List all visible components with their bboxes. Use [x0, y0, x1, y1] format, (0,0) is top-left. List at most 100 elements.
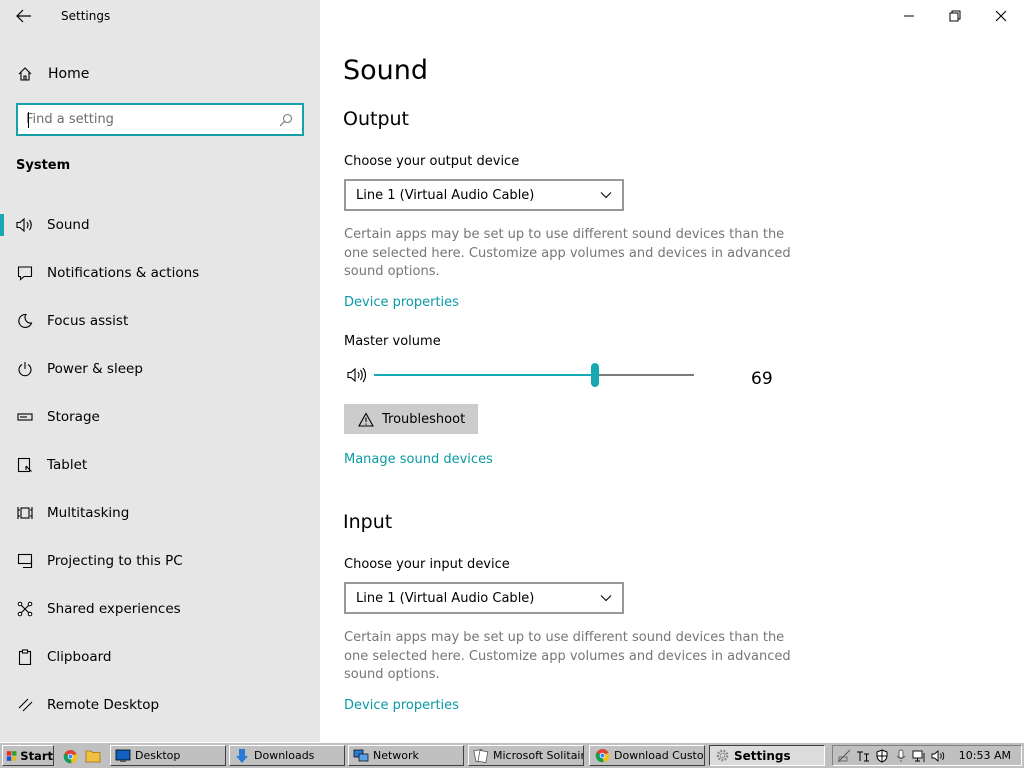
speaker-icon — [16, 216, 34, 234]
text-caret — [28, 112, 29, 128]
remote-icon — [16, 696, 34, 714]
title-bar: Settings — [0, 0, 320, 32]
output-device-dropdown[interactable]: Line 1 (Virtual Audio Cable) — [344, 179, 624, 211]
input-device-properties-link[interactable]: Device properties — [344, 698, 459, 713]
taskbar: Start Desktop Downloads Network Microsof… — [0, 742, 1024, 768]
sidebar-item-power-sleep[interactable]: Power & sleep — [0, 349, 320, 397]
back-button[interactable] — [10, 4, 38, 28]
taskbar-item-label: Desktop — [135, 749, 181, 762]
chevron-down-icon — [600, 595, 612, 602]
slider-thumb[interactable] — [591, 363, 599, 387]
speaker-icon — [347, 367, 367, 383]
input-description: Certain apps may be set up to use differ… — [344, 630, 791, 682]
main-content: Sound Output Choose your output device L… — [320, 0, 1024, 742]
folder-icon — [85, 750, 101, 763]
output-description: Certain apps may be set up to use differ… — [344, 227, 791, 279]
volume-value: 69 — [751, 369, 773, 389]
taskbar-item-network[interactable]: Network — [348, 745, 464, 766]
cards-icon — [473, 748, 489, 764]
search-input[interactable] — [18, 105, 276, 134]
network-icon — [353, 748, 369, 764]
sidebar-item-notifications[interactable]: Notifications & actions — [0, 253, 320, 301]
home-label: Home — [48, 66, 90, 82]
taskbar-item-label: Download Custo... — [614, 749, 705, 762]
taskbar-item-solitaire[interactable]: Microsoft Solitaire... — [468, 745, 584, 766]
sidebar-item-label: Sound — [47, 217, 90, 233]
sidebar-item-storage[interactable]: Storage — [0, 397, 320, 445]
manage-sound-devices-link[interactable]: Manage sound devices — [344, 452, 493, 467]
section-title: System — [16, 158, 71, 173]
troubleshoot-label: Troubleshoot — [382, 411, 466, 427]
taskbar-item-label: Network — [373, 749, 419, 762]
taskbar-item-label: Settings — [734, 748, 791, 763]
power-icon — [16, 360, 34, 378]
warning-icon — [358, 411, 374, 427]
troubleshoot-button[interactable]: Troubleshoot — [344, 404, 478, 434]
desktop-icon — [115, 748, 131, 764]
input-device-dropdown[interactable]: Line 1 (Virtual Audio Cable) — [344, 582, 624, 614]
sidebar-item-label: Focus assist — [47, 313, 129, 329]
output-device-properties-link[interactable]: Device properties — [344, 295, 459, 310]
volume-icon[interactable] — [930, 748, 947, 764]
message-icon — [16, 264, 34, 282]
shared-icon — [16, 600, 34, 618]
shield-icon[interactable] — [873, 748, 890, 764]
volume-mute-toggle[interactable] — [347, 366, 369, 384]
sidebar-nav: Sound Notifications & actions Focus assi… — [0, 205, 320, 733]
taskbar-clock[interactable]: 10:53 AM — [959, 749, 1011, 762]
tablet-icon — [16, 456, 34, 474]
sidebar-item-multitasking[interactable]: Multitasking — [0, 493, 320, 541]
master-volume-label: Master volume — [344, 334, 441, 349]
sidebar-item-remote-desktop[interactable]: Remote Desktop — [0, 685, 320, 733]
sidebar-item-label: Notifications & actions — [47, 265, 200, 281]
sidebar-item-sound[interactable]: Sound — [0, 205, 320, 253]
sidebar-item-label: Power & sleep — [47, 361, 143, 377]
chrome-icon — [594, 748, 610, 764]
taskbar-item-desktop[interactable]: Desktop — [110, 745, 226, 766]
quicklaunch-explorer[interactable] — [84, 747, 102, 765]
sidebar: Settings Home System Sound Notifications… — [0, 0, 320, 742]
sidebar-item-shared-experiences[interactable]: Shared experiences — [0, 589, 320, 637]
clipboard-icon — [16, 648, 34, 666]
sidebar-item-label: Multitasking — [47, 505, 130, 521]
quicklaunch-chrome[interactable] — [61, 747, 79, 765]
chevron-down-icon — [600, 192, 612, 199]
sidebar-item-projecting[interactable]: Projecting to this PC — [0, 541, 320, 589]
master-volume-slider[interactable] — [374, 363, 694, 387]
output-device-value: Line 1 (Virtual Audio Cable) — [356, 187, 535, 203]
moon-icon — [16, 312, 34, 330]
network-status-icon[interactable] — [835, 748, 852, 764]
multitasking-icon — [16, 504, 34, 522]
home-icon — [16, 65, 34, 83]
sidebar-item-tablet[interactable]: Tablet — [0, 445, 320, 493]
sidebar-item-clipboard[interactable]: Clipboard — [0, 637, 320, 685]
projecting-icon — [16, 552, 34, 570]
sidebar-item-label: Tablet — [47, 457, 88, 473]
input-device-value: Line 1 (Virtual Audio Cable) — [356, 590, 535, 606]
storage-icon — [16, 408, 34, 426]
chrome-icon — [63, 749, 77, 763]
sidebar-item-home[interactable]: Home — [0, 58, 320, 90]
sidebar-item-label: Shared experiences — [47, 601, 181, 617]
back-arrow-icon — [16, 9, 31, 23]
sidebar-item-label: Clipboard — [47, 649, 112, 665]
taskbar-item-label: Downloads — [254, 749, 315, 762]
ime-icon[interactable] — [854, 748, 871, 764]
windows-logo-icon — [6, 750, 17, 761]
taskbar-item-chrome[interactable]: Download Custo... — [589, 745, 705, 766]
page-title: Sound — [343, 55, 429, 86]
microphone-icon[interactable] — [892, 748, 909, 764]
sidebar-item-label: Storage — [47, 409, 100, 425]
output-heading: Output — [343, 108, 409, 130]
output-device-label: Choose your output device — [344, 154, 520, 169]
gear-icon — [714, 748, 730, 764]
sidebar-item-focus-assist[interactable]: Focus assist — [0, 301, 320, 349]
start-button[interactable]: Start — [2, 745, 54, 766]
download-arrow-icon — [234, 748, 250, 764]
search-icon[interactable] — [276, 110, 296, 130]
taskbar-item-downloads[interactable]: Downloads — [229, 745, 345, 766]
network-computer-icon[interactable] — [911, 748, 928, 764]
slider-fill — [374, 374, 595, 376]
taskbar-item-settings[interactable]: Settings — [709, 745, 825, 766]
search-box[interactable] — [16, 103, 304, 136]
